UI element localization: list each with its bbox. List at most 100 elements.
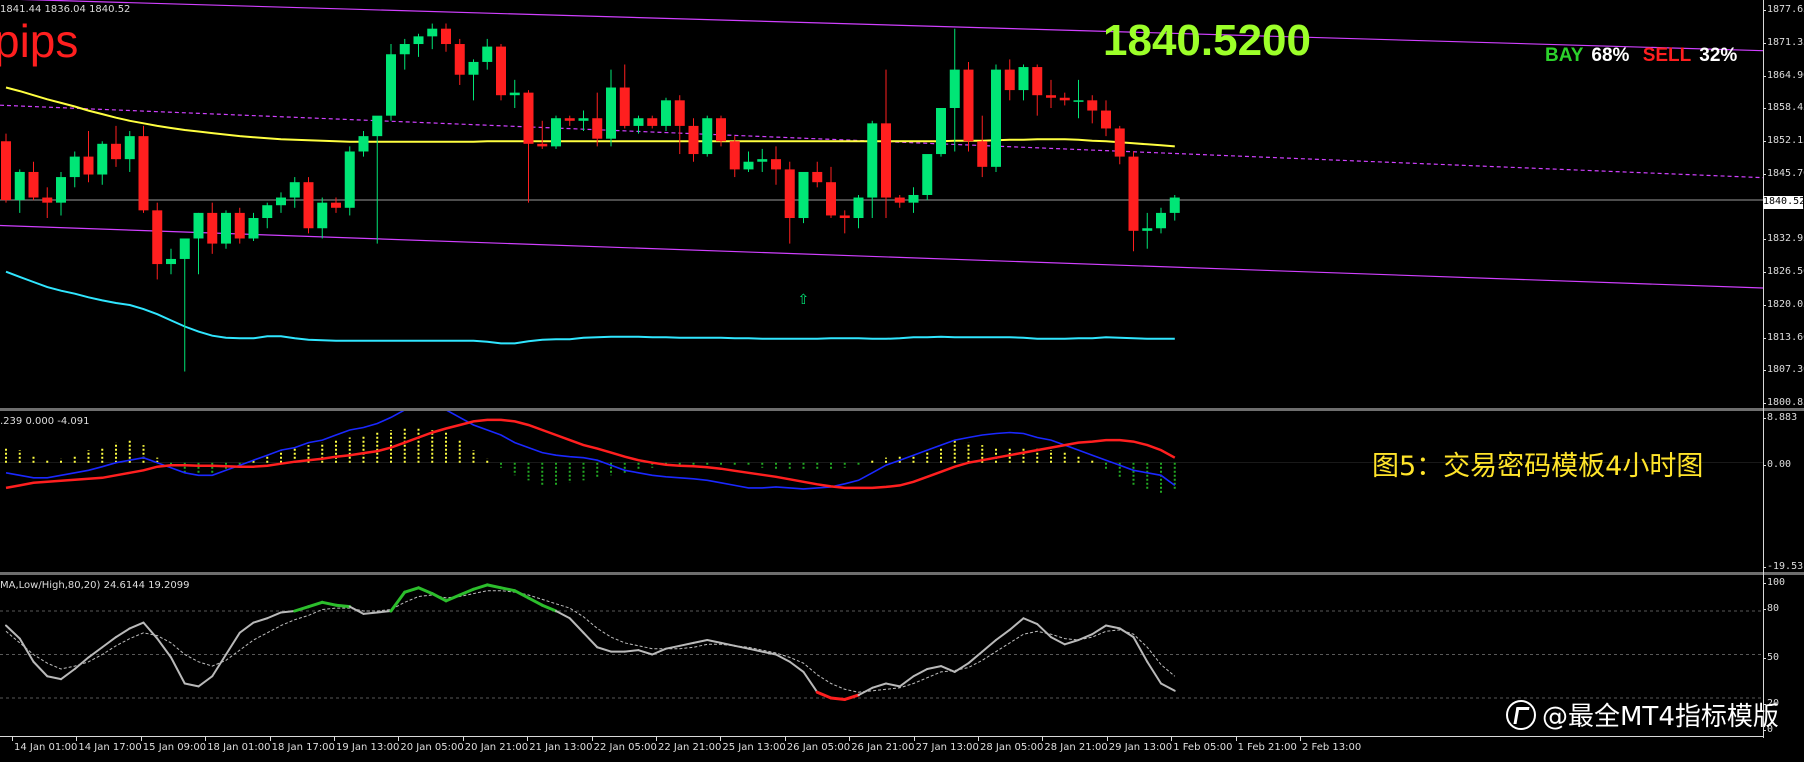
time-axis-label: 21 Jan 13:00 [529, 742, 593, 753]
time-axis-label: 20 Jan 05:00 [400, 742, 464, 753]
stoch-main-segment [568, 617, 585, 634]
time-axis-tick [720, 737, 722, 741]
axis-tick [1763, 465, 1766, 466]
stoch-main-segment [527, 596, 544, 607]
candle-body [317, 202, 328, 229]
axis-tick [1763, 173, 1766, 175]
candle-body [28, 171, 39, 198]
candle-body [372, 115, 383, 137]
candle-body [1142, 228, 1153, 231]
stoch-main-segment [238, 621, 255, 634]
candle-body [496, 46, 506, 96]
stoch-main-segment [1091, 624, 1107, 636]
axis-tick [1763, 272, 1766, 273]
candle-body [303, 182, 314, 229]
time-axis-tick [1106, 737, 1108, 741]
stoch-main-segment [788, 660, 805, 673]
time-axis-tick [205, 737, 207, 741]
time-axis-tick [398, 737, 400, 741]
stoch-main-segment [802, 670, 819, 694]
candle-body [152, 210, 163, 265]
time-axis-tick [784, 737, 786, 741]
candle-body [42, 197, 53, 203]
axis-tick [1763, 337, 1766, 339]
candle-body [276, 197, 286, 206]
stoch-main-segment [170, 656, 186, 685]
stoch-main-segment [320, 600, 338, 607]
buy-arrow-icon: ⇧ [798, 292, 810, 308]
price-axis-label: 1807.30 [1767, 364, 1804, 376]
candle-body [578, 118, 589, 121]
candle-body [1, 141, 11, 201]
stoch-main-segment [485, 583, 503, 590]
axis-tick [1763, 42, 1766, 44]
stoch-main-segment [1118, 627, 1135, 639]
time-axis-label: 18 Jan 01:00 [207, 742, 271, 753]
time-axis-tick [462, 737, 464, 741]
candle-body [1032, 67, 1043, 96]
candle-body [619, 87, 630, 126]
watermark-text: @最全MT4指标模版 [1542, 702, 1779, 732]
candle-body [207, 212, 218, 244]
candle-body [661, 100, 671, 126]
stoch-main-segment [18, 637, 35, 663]
candle-body [867, 123, 878, 198]
watermark: @最全MT4指标模版 [1506, 696, 1779, 733]
stoch-main-segment [1008, 617, 1025, 631]
stoch-main-segment [815, 690, 833, 700]
candle-body [991, 69, 1001, 167]
time-axis-tick [591, 737, 593, 741]
time-axis-tick [656, 737, 657, 741]
time-axis-label: 26 Jan 05:00 [786, 742, 851, 753]
time-axis-label: 29 Jan 13:00 [1108, 742, 1173, 753]
price-axis-line [1763, 0, 1764, 738]
price-axis-label: 1800.85 [1767, 397, 1804, 408]
candle-body [221, 212, 231, 244]
price-axis-label: 1871.35 [1767, 36, 1804, 48]
buy-label: BAY [1545, 45, 1584, 66]
candle-body [1004, 69, 1015, 91]
time-axis-label: 1 Feb 21:00 [1237, 742, 1297, 753]
candle-body [592, 118, 603, 139]
candle-body [963, 69, 974, 142]
price-axis-label: 1852.15 [1767, 135, 1804, 146]
stoch-main-segment [334, 603, 352, 609]
candle-body [1156, 212, 1166, 229]
candle-body [812, 171, 823, 183]
axis-tick [1763, 403, 1766, 404]
main-price-chart[interactable]: ⇧ 1841.44 1836.04 1840.52 pips 1840.5200… [0, 0, 1763, 408]
candle-body [1169, 197, 1180, 213]
stochastic-indicator-pane[interactable]: MA,Low/High,80,20) 24.6144 19.2099 [0, 575, 1763, 735]
stoch-main-segment [513, 589, 530, 600]
stoch-main-segment [926, 665, 942, 670]
stoch-main-segment [582, 631, 599, 649]
candle-body [386, 54, 396, 116]
stoch-main-segment [692, 639, 709, 644]
candle-body [894, 197, 905, 203]
macd-indicator-pane[interactable]: .239 0.000 -4.091 图5：交易密码模板4小时图 [0, 411, 1763, 572]
time-axis-tick [978, 737, 979, 741]
stoch-main-segment [555, 610, 571, 620]
stoch-main-segment [1050, 636, 1066, 646]
candle-body [798, 171, 809, 219]
candle-body [537, 143, 548, 147]
macd-axis-label: 8.883 [1767, 412, 1798, 423]
stoch-main-segment [843, 693, 860, 701]
time-axis-label: 26 Jan 21:00 [851, 742, 915, 753]
stoch-main-segment [651, 647, 667, 656]
price-axis-label: 1864.90 [1767, 69, 1804, 81]
stoch-main-segment [761, 650, 777, 656]
candle-body [138, 136, 149, 211]
candle-body [1046, 95, 1056, 98]
stoch-main-segment [389, 590, 407, 613]
pips-label: pips [0, 15, 79, 67]
stoch-main-segment [829, 696, 847, 701]
candle-body [647, 118, 658, 126]
candle-body [1128, 156, 1139, 231]
axis-tick [1763, 567, 1766, 568]
time-axis-label: 25 Jan 13:00 [722, 742, 786, 753]
axis-tick [1763, 141, 1766, 142]
axis-tick [1763, 370, 1766, 372]
candle-body [427, 28, 438, 37]
candle-body [523, 92, 534, 144]
